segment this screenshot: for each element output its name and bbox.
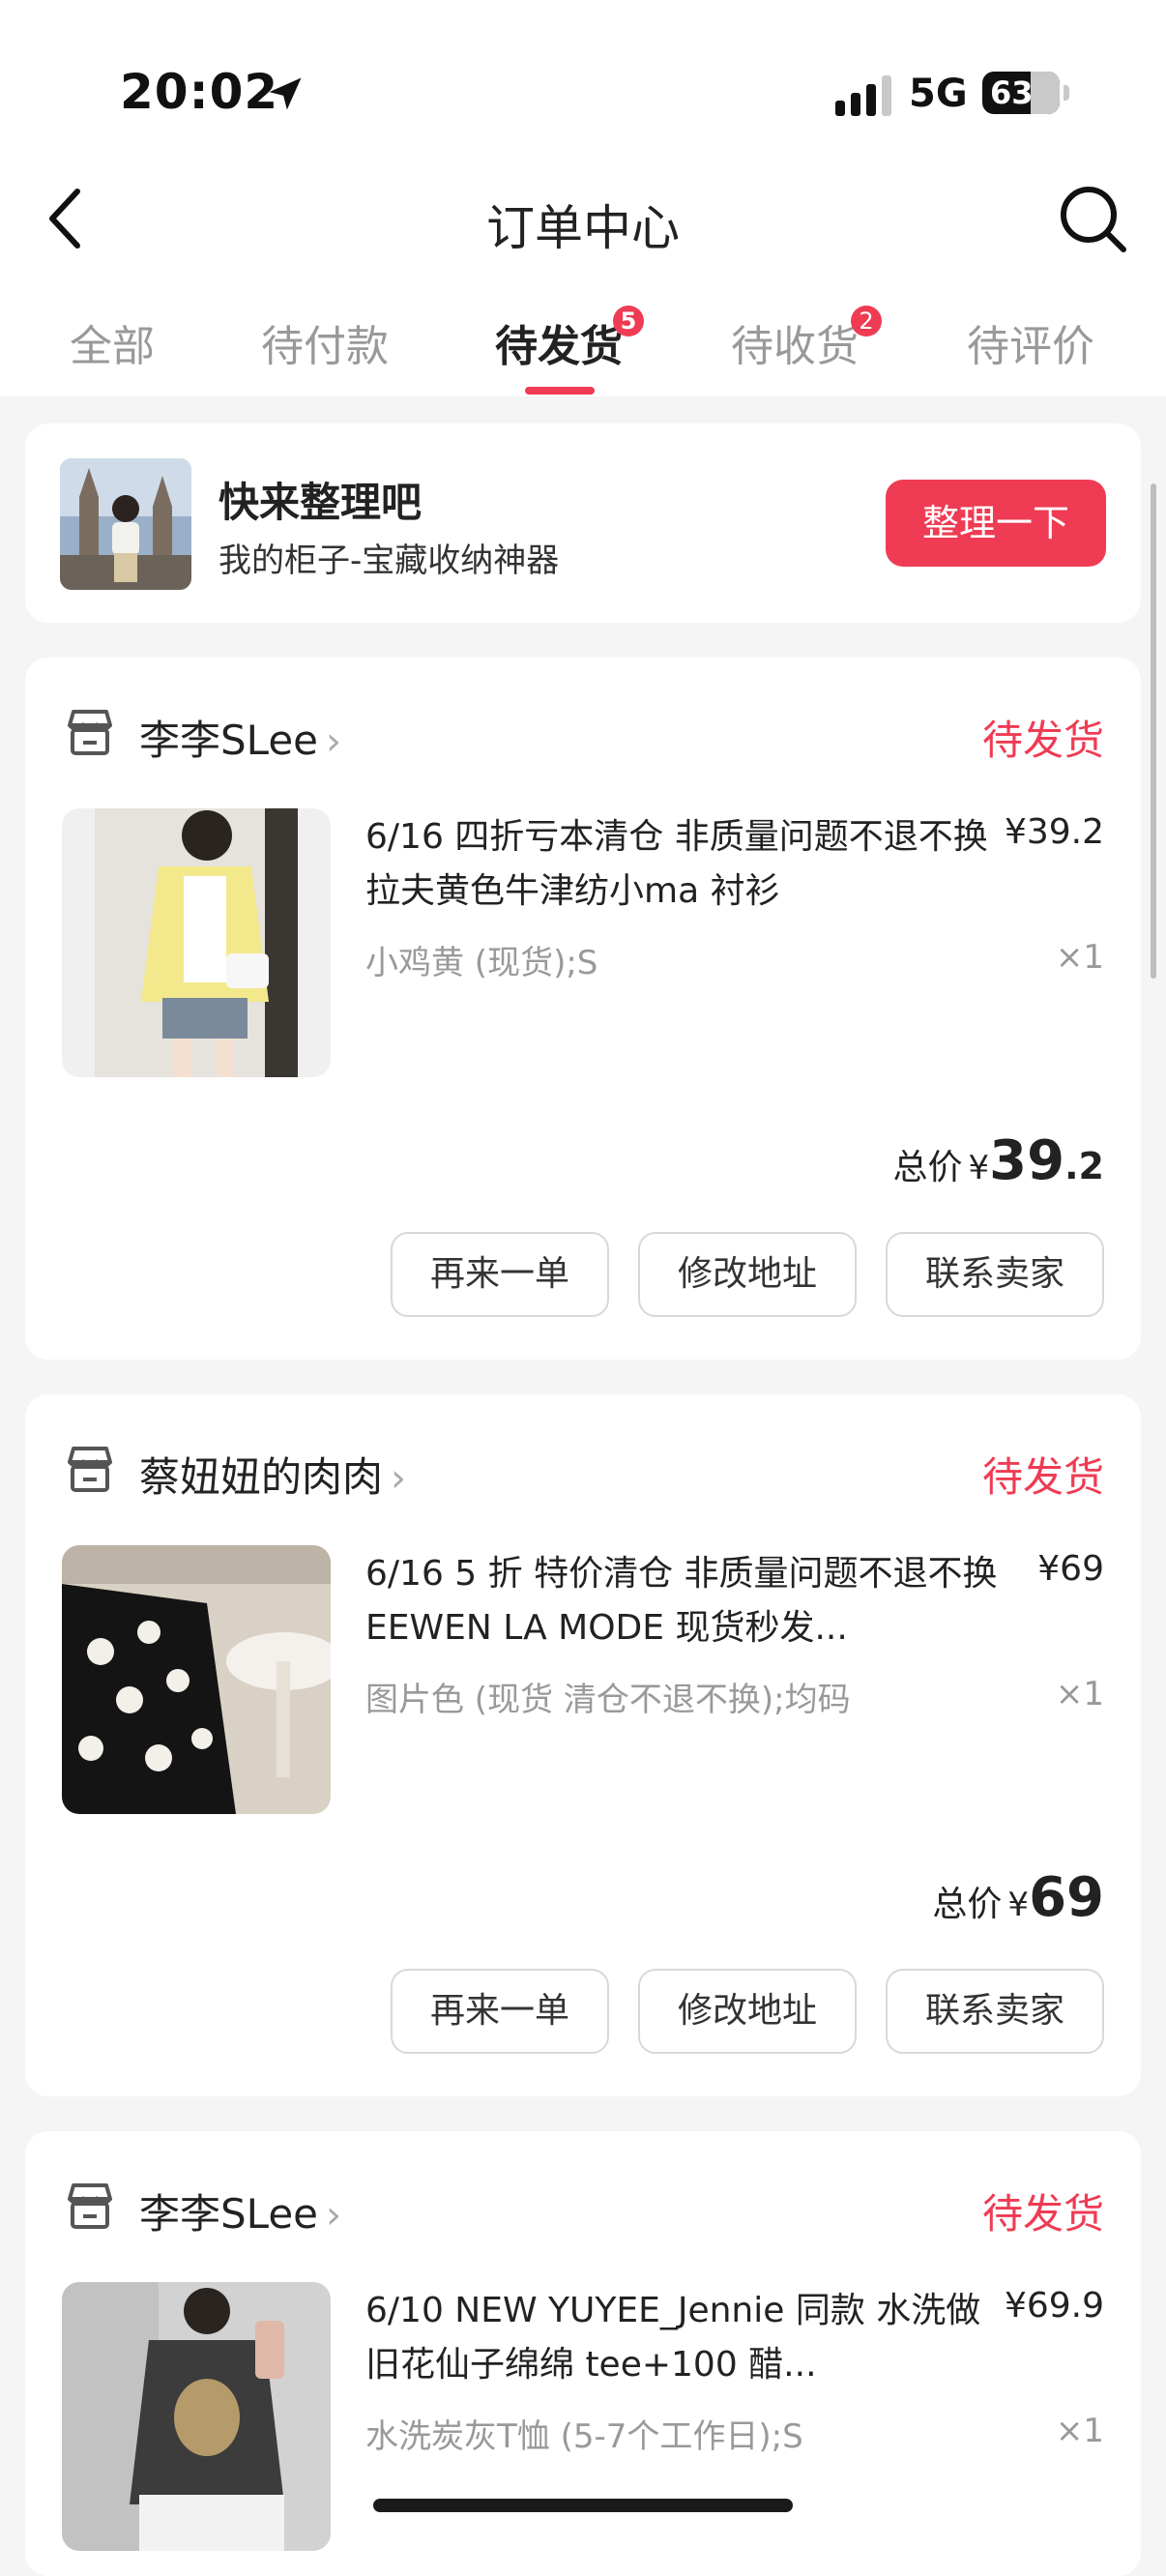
battery-level: 63 xyxy=(990,74,1034,111)
promo-title: 快来整理吧 xyxy=(219,479,423,526)
promo-subtitle: 我的柜子-宝藏收纳神器 xyxy=(219,542,560,580)
product-image[interactable] xyxy=(62,2282,331,2551)
battery-cap xyxy=(1064,85,1069,101)
store-icon xyxy=(68,2183,112,2229)
active-tab-indicator xyxy=(525,387,595,395)
promo-image xyxy=(60,458,191,590)
order-total: 总价 ¥69 xyxy=(932,1866,1104,1929)
product-title[interactable]: 6/10 NEW YUYEE_Jennie 同款 水洗做旧花仙子绵绵 tee+1… xyxy=(365,2284,1004,2392)
order-status: 待发货 xyxy=(981,1453,1104,1501)
cellular-signal-icon xyxy=(835,75,891,116)
reorder-button[interactable]: 再来一单 xyxy=(391,1969,609,2054)
shop-name[interactable]: 李李SLee › xyxy=(139,708,341,767)
network-type: 5G xyxy=(909,72,968,116)
product-spec: 水洗炭灰T恤 (5-7个工作日);S xyxy=(365,2417,803,2456)
order-total: 总价 ¥39.2 xyxy=(892,1129,1104,1192)
order-card: 蔡妞妞的肉肉 › 待发货 6/16 5 折 特价清仓 非质量问题不退不换 EEWE… xyxy=(25,1394,1141,2096)
battery-icon: 63 xyxy=(982,72,1060,114)
contact-seller-button[interactable]: 联系卖家 xyxy=(886,1232,1104,1317)
top-bar: 20:02 5G 63 订单中心 全部 待付款 待发货 5 待收货 2 待评价 xyxy=(0,0,1166,396)
tab-all[interactable]: 全部 xyxy=(70,311,155,373)
product-quantity: ×1 xyxy=(1055,2412,1104,2450)
location-arrow-icon xyxy=(269,77,302,110)
home-indicator[interactable] xyxy=(373,2499,793,2512)
order-card: 李李SLee › 待发货 6/16 四折亏本清仓 非质量问题不退不换 拉夫黄色牛津… xyxy=(25,658,1141,1360)
reorder-button[interactable]: 再来一单 xyxy=(391,1232,609,1317)
organize-button[interactable]: 整理一下 xyxy=(886,480,1106,567)
product-title[interactable]: 6/16 四折亏本清仓 非质量问题不退不换 拉夫黄色牛津纺小ma 衬衫 xyxy=(365,810,1004,919)
product-spec: 小鸡黄 (现货);S xyxy=(365,944,598,982)
store-icon xyxy=(68,710,112,755)
status-time: 20:02 xyxy=(120,64,279,120)
chevron-right-icon: › xyxy=(326,2193,342,2238)
product-quantity: ×1 xyxy=(1055,1675,1104,1713)
order-tabs: 全部 待付款 待发货 5 待收货 2 待评价 xyxy=(0,290,1166,396)
edit-address-button[interactable]: 修改地址 xyxy=(638,1232,857,1317)
product-spec: 图片色 (现货 清仓不退不换);均码 xyxy=(365,1681,851,1719)
tab-pending-shipment[interactable]: 待发货 5 xyxy=(495,306,644,373)
order-status: 待发货 xyxy=(981,717,1104,764)
shop-name[interactable]: 李李SLee › xyxy=(139,2181,341,2240)
order-status: 待发货 xyxy=(981,2190,1104,2238)
wardrobe-promo-banner[interactable]: 快来整理吧 我的柜子-宝藏收纳神器 整理一下 xyxy=(25,424,1141,623)
tab-badge: 2 xyxy=(851,306,882,337)
edit-address-button[interactable]: 修改地址 xyxy=(638,1969,857,2054)
chevron-right-icon: › xyxy=(326,719,342,764)
product-image[interactable] xyxy=(62,808,331,1077)
store-icon xyxy=(68,1447,112,1492)
product-price: ¥69 xyxy=(1037,1549,1104,1589)
shop-name[interactable]: 蔡妞妞的肉肉 › xyxy=(139,1445,406,1504)
chevron-right-icon: › xyxy=(391,1456,407,1501)
page-title: 订单中心 xyxy=(486,200,680,256)
tab-pending-payment[interactable]: 待付款 xyxy=(261,311,389,373)
product-price: ¥69.9 xyxy=(1004,2286,1104,2326)
scrollbar[interactable] xyxy=(1151,483,1156,979)
product-quantity: ×1 xyxy=(1055,938,1104,977)
tab-pending-receipt[interactable]: 待收货 2 xyxy=(731,306,882,373)
tab-pending-review[interactable]: 待评价 xyxy=(967,311,1094,373)
product-price: ¥39.2 xyxy=(1004,812,1104,852)
product-title[interactable]: 6/16 5 折 特价清仓 非质量问题不退不换 EEWEN LA MODE 现货… xyxy=(365,1547,1004,1655)
tab-badge: 5 xyxy=(613,306,644,337)
search-icon[interactable] xyxy=(1056,182,1133,259)
contact-seller-button[interactable]: 联系卖家 xyxy=(886,1969,1104,2054)
product-image[interactable] xyxy=(62,1545,331,1814)
